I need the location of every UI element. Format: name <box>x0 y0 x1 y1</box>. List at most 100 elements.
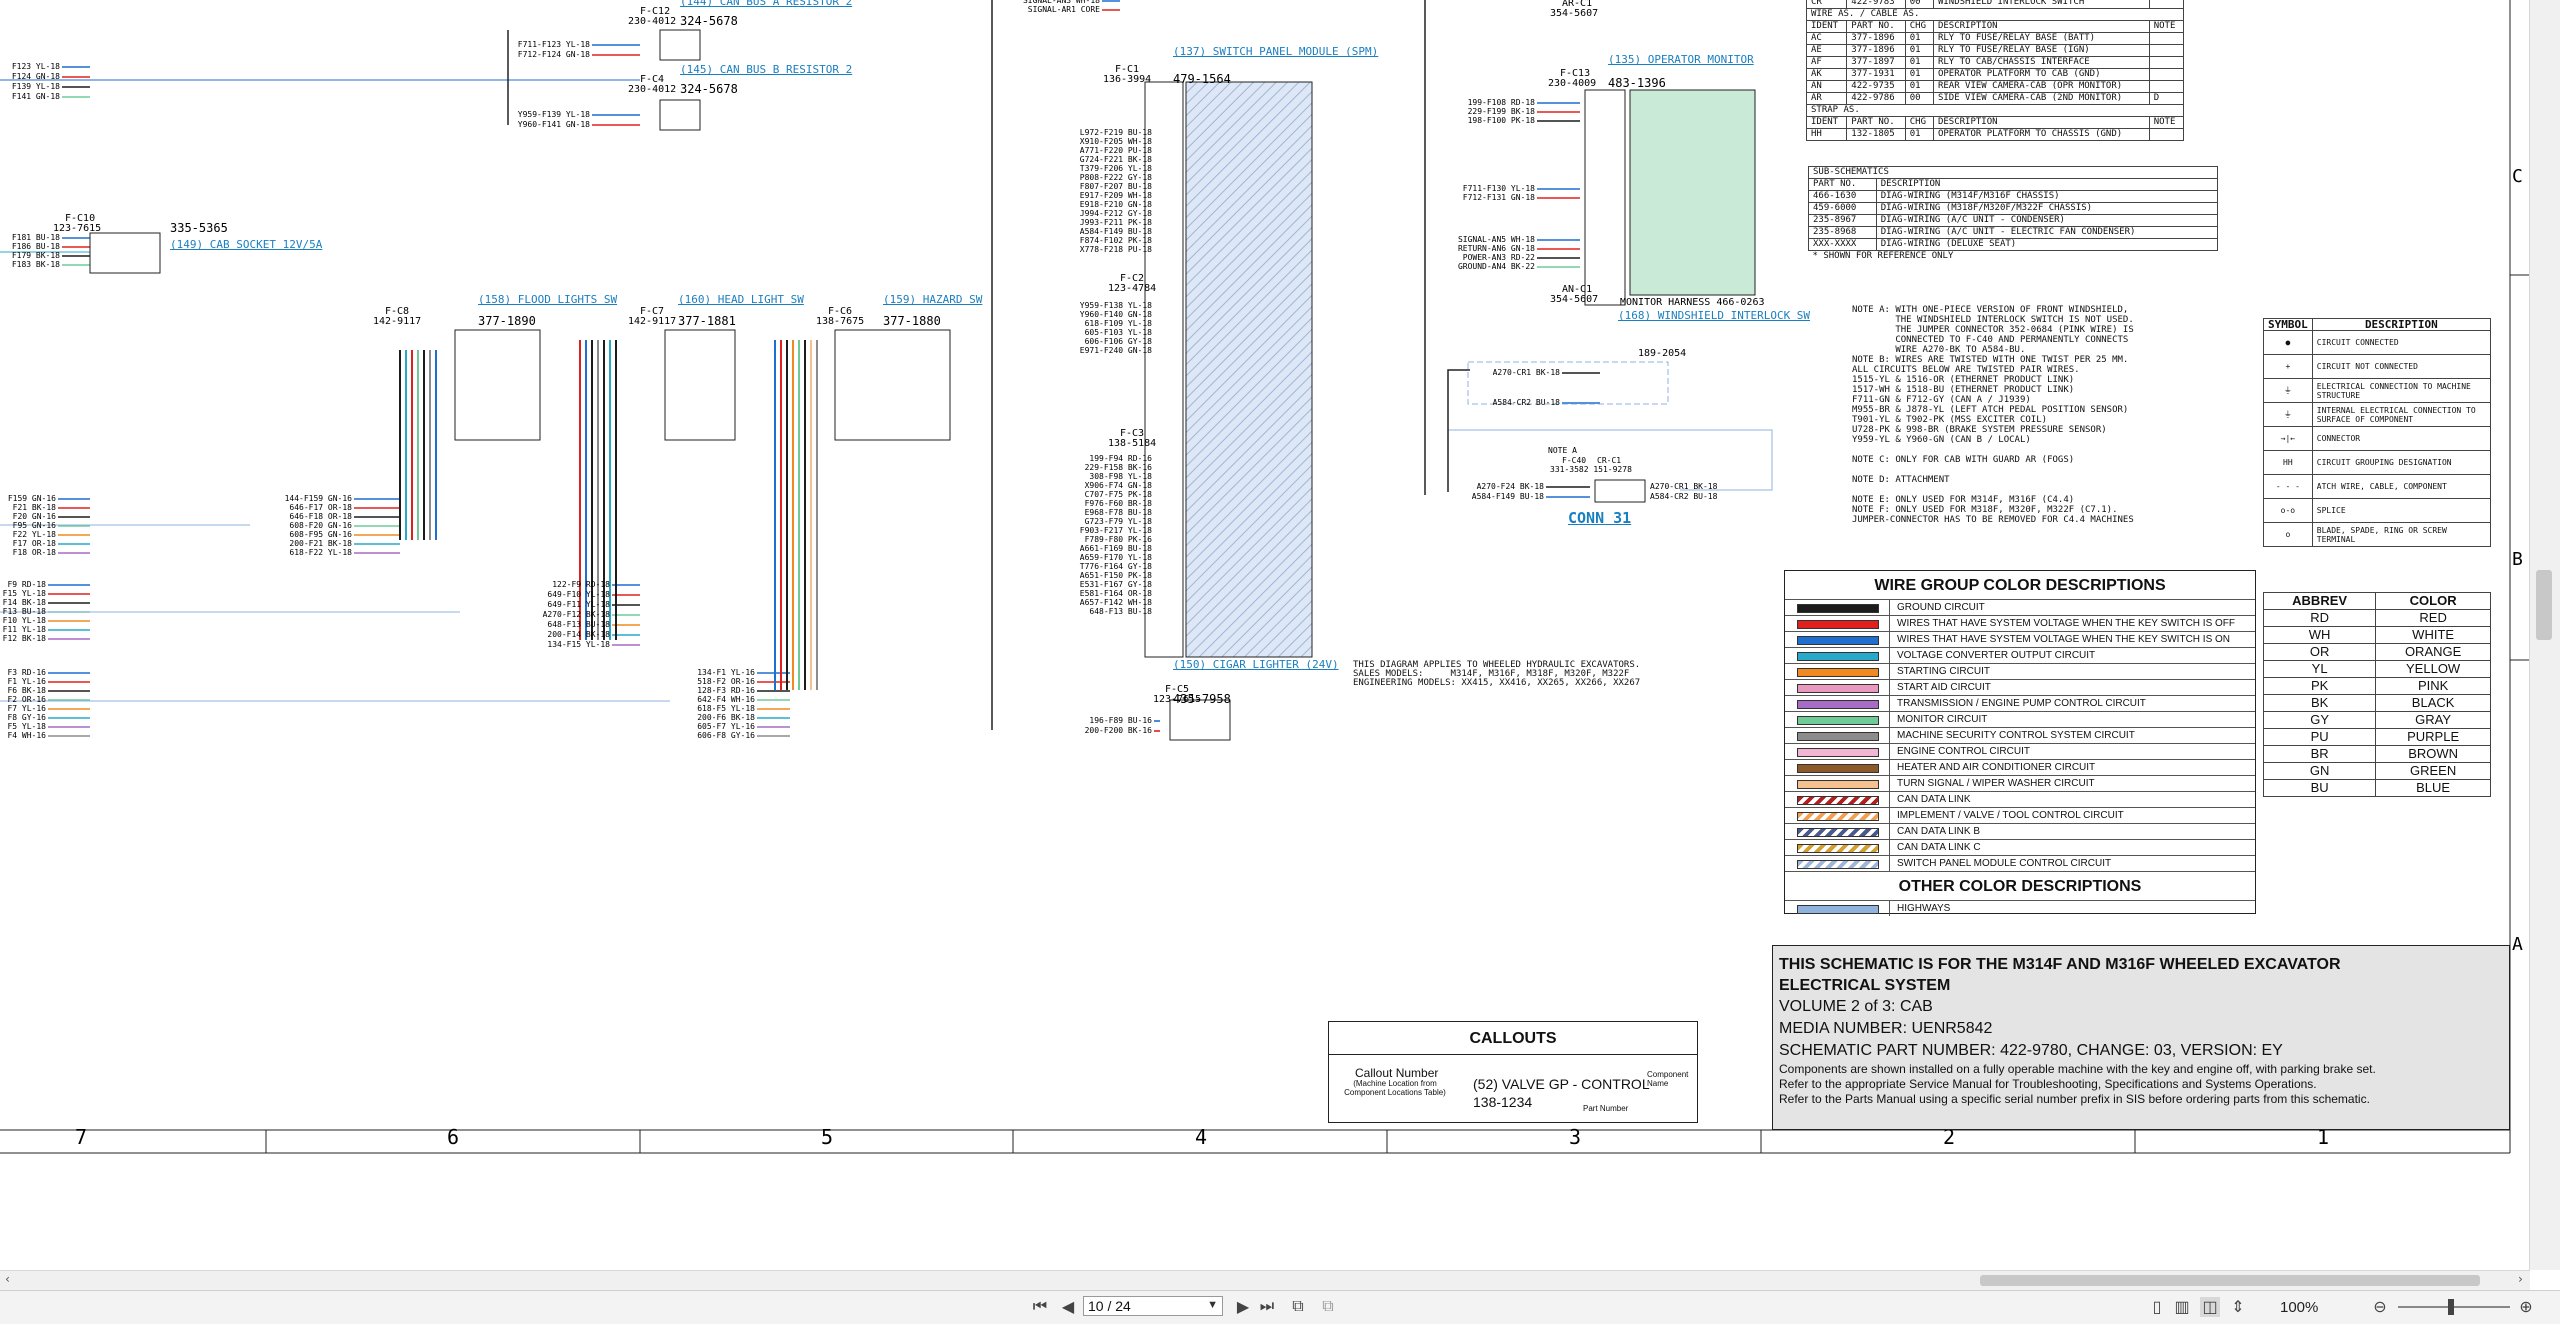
zoom-slider[interactable] <box>2398 1306 2510 1308</box>
component-link[interactable]: (150) CIGAR LIGHTER (24V) <box>1173 659 1339 671</box>
fit-page-icon[interactable]: ⇕ <box>2228 1297 2248 1317</box>
switch-symbol <box>454 329 541 441</box>
cigar-lighter-symbol <box>1169 699 1231 741</box>
table-row: WH WHITE <box>2262 626 2491 644</box>
wire-label: 646-F17 OR-18 <box>289 503 352 512</box>
table-cell: CHG <box>1904 116 1934 129</box>
compare-page-icon[interactable]: ⧉ <box>1318 1297 1338 1317</box>
wire-label: A270-CR1 BK-18 <box>1492 368 1560 377</box>
wire-label: 229-F199 BK-18 <box>1467 107 1535 116</box>
wire-label: 122-F9 RD-18 <box>552 580 610 589</box>
wire-label: Y959-F138 YL-18 <box>1079 301 1152 310</box>
table-cell: RED <box>2375 609 2491 627</box>
title-line-5: SCHEMATIC PART NUMBER: 422-9780, CHANGE:… <box>1779 1042 2283 1059</box>
component-link[interactable]: (137) SWITCH PANEL MODULE (SPM) <box>1173 46 1378 58</box>
prev-page-icon[interactable]: ◀ <box>1058 1297 1078 1317</box>
wire-label: F13 BU-18 <box>2 607 46 616</box>
table-cell: BR <box>2262 745 2377 763</box>
table-footnote: * SHOWN FOR REFERENCE ONLY <box>1812 251 1954 261</box>
component-link[interactable]: (168) WINDSHIELD INTERLOCK SW <box>1618 310 1810 322</box>
table-cell: BLUE <box>2375 779 2491 797</box>
table-cell: DIAG-WIRING (A/C UNIT - CONDENSER) <box>1875 214 2219 227</box>
note-line: THE WINDSHIELD INTERLOCK SWITCH IS NOT U… <box>1852 315 2134 325</box>
table-cell: PINK <box>2375 677 2491 695</box>
wire-label: F21 BK-18 <box>12 503 56 512</box>
bottom-tick-label: 3 <box>1569 1125 1582 1149</box>
table-cell: REAR VIEW CAMERA-CAB (OPR MONITOR) <box>1932 80 2150 93</box>
table-cell: 01 <box>1904 128 1934 141</box>
horizontal-scrollbar[interactable]: ‹ › <box>0 1270 2530 1291</box>
table-row: BU BLUE <box>2262 779 2491 797</box>
scroll-left-icon[interactable]: ‹ <box>4 1272 11 1286</box>
wire-label: F123 YL-18 <box>11 62 60 71</box>
zoom-level: 100% <box>2280 1299 2319 1316</box>
wire-label: F95 GN-16 <box>12 521 56 530</box>
document-viewport[interactable]: 7 6 5 4 3 2 1 C B A F-C12 230-4012 324-5678 (144) CAN… <box>0 0 2530 1270</box>
wire-label: 648-F13 BU-18 <box>547 620 610 629</box>
page-number-select[interactable]: 10 / 24 ▼ <box>1083 1296 1223 1316</box>
wire-label: P808-F222 GY-18 <box>1079 173 1152 182</box>
bottom-tick-label: 5 <box>821 1125 834 1149</box>
vertical-scroll-thumb[interactable] <box>2536 570 2552 640</box>
vertical-scrollbar[interactable] <box>2529 0 2560 1270</box>
zoom-slider-knob[interactable] <box>2448 1299 2454 1315</box>
row-divider <box>1889 901 1890 916</box>
row-divider <box>1889 632 1890 647</box>
wire-label: A659-F170 YL-18 <box>1079 553 1152 562</box>
two-page-view-icon[interactable]: ◫ <box>2200 1297 2220 1317</box>
component-link[interactable]: (160) HEAD LIGHT SW <box>678 294 804 306</box>
note-line: Y959-YL & Y960-GN (CAN B / LOCAL) <box>1852 435 2031 445</box>
symbol-icon: + <box>2263 354 2313 379</box>
wire-label: F14 BK-18 <box>2 598 46 607</box>
table-cell: CHG <box>1904 20 1934 33</box>
wire-label: F186 BU-18 <box>11 242 60 251</box>
component-link[interactable]: (144) CAN BUS A RESISTOR 2 <box>680 0 852 8</box>
table-cell: NOTE <box>2148 20 2185 33</box>
continuous-view-icon[interactable]: ▥ <box>2172 1297 2192 1317</box>
component-link[interactable]: (158) FLOOD LIGHTS SW <box>478 294 617 306</box>
table-cell: RLY TO CAB/CHASSIS INTERFACE <box>1932 56 2150 69</box>
component-link[interactable]: (149) CAB SOCKET 12V/5A <box>170 239 322 251</box>
table-cell: 132-1805 <box>1846 128 1906 141</box>
zoom-in-icon[interactable]: ⊕ <box>2516 1297 2536 1317</box>
color-swatch <box>1797 860 1879 869</box>
connector-part: 123-4784 <box>1108 283 1157 294</box>
horizontal-scroll-thumb[interactable] <box>1980 1275 2480 1286</box>
wire-label: 196-F89 BU-16 <box>1089 716 1152 725</box>
first-page-icon[interactable]: ⏮ <box>1030 1297 1050 1317</box>
wire-label: GROUND-AN4 BK-22 <box>1457 262 1535 271</box>
table-cell: 377-1897 <box>1846 56 1906 69</box>
component-link[interactable]: (135) OPERATOR MONITOR <box>1608 54 1754 66</box>
row-divider <box>1889 600 1890 615</box>
wire-label: 200-F200 BK-16 <box>1084 726 1152 735</box>
wire-label: 606-F8 GY-16 <box>697 731 755 740</box>
zoom-out-icon[interactable]: ⊖ <box>2370 1297 2390 1317</box>
wire-label: F8 GY-16 <box>7 713 46 722</box>
callout-number-sub: (Machine Location from Component Locatio… <box>1344 1079 1446 1097</box>
row-divider <box>1889 744 1890 759</box>
title-line-2: ELECTRICAL SYSTEM <box>1779 977 1951 994</box>
table-cell: 01 <box>1904 32 1934 45</box>
wire-group-row: IMPLEMENT / VALVE / TOOL CONTROL CIRCUIT <box>1785 807 2255 823</box>
component-link[interactable]: (159) HAZARD SW <box>883 294 982 306</box>
wire-label: 199-F94 RD-16 <box>1089 454 1152 463</box>
callout-component-name-label: Component Name <box>1647 1070 1689 1088</box>
table-row: PK PINK <box>2262 677 2491 695</box>
wire-label: 642-F4 WH-16 <box>697 695 755 704</box>
last-page-icon[interactable]: ⏭ <box>1257 1297 1277 1317</box>
component-link[interactable]: (145) CAN BUS B RESISTOR 2 <box>680 64 852 76</box>
copy-page-icon[interactable]: ⧉ <box>1288 1297 1308 1317</box>
wire-label: Y960-F140 GN-18 <box>1079 310 1152 319</box>
scroll-right-icon[interactable]: › <box>2517 1272 2524 1286</box>
switch-symbol <box>659 99 701 131</box>
note-line: CONNECTED TO F-C40 AND PERMANENTLY CONNE… <box>1852 335 2129 345</box>
wire-label: F4 WH-16 <box>7 731 46 740</box>
wire-label: F5 YL-18 <box>7 722 46 731</box>
conn31-link[interactable]: CONN 31 <box>1568 511 1631 526</box>
wire-label: G723-F79 YL-18 <box>1084 517 1152 526</box>
wire-label: A270-F24 BK-18 <box>1476 482 1544 491</box>
table-cell: 422-9783 <box>1846 0 1906 9</box>
operator-monitor-box <box>1629 89 1756 296</box>
next-page-icon[interactable]: ▶ <box>1233 1297 1253 1317</box>
single-page-view-icon[interactable]: ▯ <box>2147 1297 2167 1317</box>
